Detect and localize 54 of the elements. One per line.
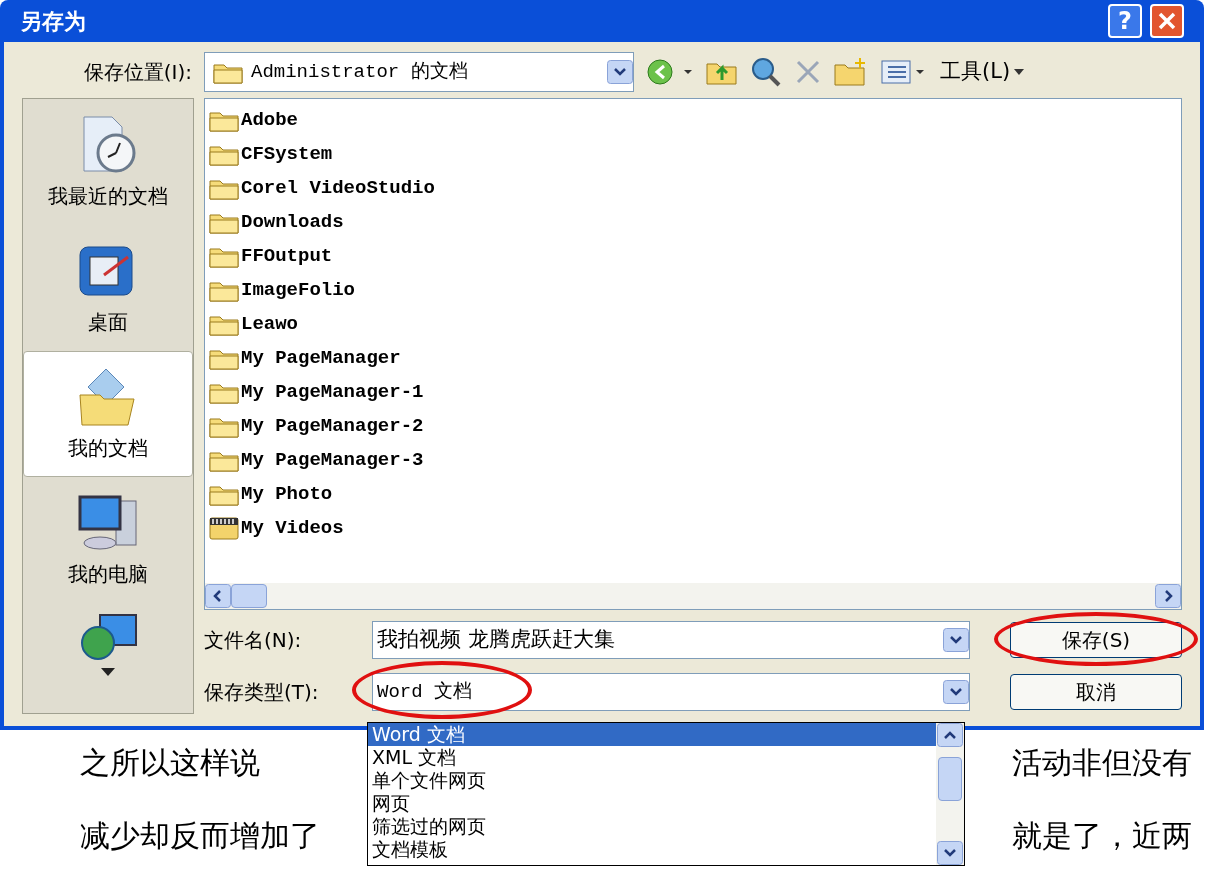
- filetype-option[interactable]: 网页: [368, 792, 936, 815]
- back-icon[interactable]: [646, 58, 694, 86]
- help-button[interactable]: ?: [1108, 4, 1142, 38]
- file-item[interactable]: FFOutput: [209, 239, 1181, 273]
- filetype-option[interactable]: 文档模板: [368, 838, 936, 861]
- place-item[interactable]: 我的电脑: [23, 477, 193, 603]
- file-item[interactable]: My Videos: [209, 511, 1181, 545]
- close-icon: [1157, 11, 1177, 31]
- vertical-scrollbar[interactable]: [936, 723, 964, 865]
- caret-icon: [1014, 68, 1025, 76]
- document-text: 减少却反而增加了: [80, 817, 320, 855]
- file-item[interactable]: CFSystem: [209, 137, 1181, 171]
- cancel-button[interactable]: 取消: [1010, 674, 1182, 710]
- document-text: 就是了，近两: [1012, 817, 1192, 855]
- scrollbar-thumb[interactable]: [231, 584, 267, 608]
- file-item[interactable]: Leawo: [209, 307, 1181, 341]
- file-item[interactable]: My PageManager: [209, 341, 1181, 375]
- horizontal-scrollbar[interactable]: [205, 583, 1181, 609]
- scroll-right-icon[interactable]: [1155, 584, 1181, 608]
- filetype-option[interactable]: XML 文档: [368, 746, 936, 769]
- filename-label: 文件名(N):: [204, 627, 303, 654]
- file-item[interactable]: ImageFolio: [209, 273, 1181, 307]
- file-item[interactable]: Adobe: [209, 103, 1181, 137]
- filetype-label: 保存类型(T):: [204, 679, 320, 706]
- file-item[interactable]: My PageManager-3: [209, 443, 1181, 477]
- scroll-up-icon[interactable]: [937, 723, 963, 747]
- scroll-down-icon[interactable]: [101, 667, 115, 677]
- document-text: 活动非但没有: [1012, 744, 1192, 782]
- scroll-down-icon[interactable]: [937, 841, 963, 865]
- tools-menu-button[interactable]: 工具(L): [940, 56, 1025, 88]
- filetype-option[interactable]: 筛选过的网页: [368, 815, 936, 838]
- scroll-left-icon[interactable]: [205, 584, 231, 608]
- file-item[interactable]: Downloads: [209, 205, 1181, 239]
- filetype-option[interactable]: Word 文档: [368, 723, 936, 746]
- file-item[interactable]: My PageManager-1: [209, 375, 1181, 409]
- file-item[interactable]: Corel VideoStudio: [209, 171, 1181, 205]
- place-item[interactable]: 桌面: [23, 225, 193, 351]
- location-value: Administrator 的文档: [251, 59, 469, 85]
- save-button[interactable]: 保存(S): [1010, 622, 1182, 658]
- file-item[interactable]: My Photo: [209, 477, 1181, 511]
- close-button[interactable]: [1150, 4, 1184, 38]
- place-item[interactable]: 我最近的文档: [23, 99, 193, 225]
- window-title: 另存为: [20, 7, 87, 36]
- file-item[interactable]: My PageManager-2: [209, 409, 1181, 443]
- film-folder-icon: [209, 516, 239, 540]
- filetype-option[interactable]: 单个文件网页: [368, 769, 936, 792]
- place-item[interactable]: 我的文档: [23, 351, 193, 477]
- document-text: 之所以这样说: [80, 744, 260, 782]
- filetype-dropdown[interactable]: Word 文档: [372, 673, 970, 711]
- location-dropdown[interactable]: Administrator 的文档: [204, 52, 634, 92]
- search-icon[interactable]: [750, 56, 782, 88]
- location-label: 保存位置(I):: [82, 59, 192, 86]
- filename-field[interactable]: 我拍视频 龙腾虎跃赶大集: [372, 621, 970, 659]
- scrollbar-thumb[interactable]: [938, 757, 962, 801]
